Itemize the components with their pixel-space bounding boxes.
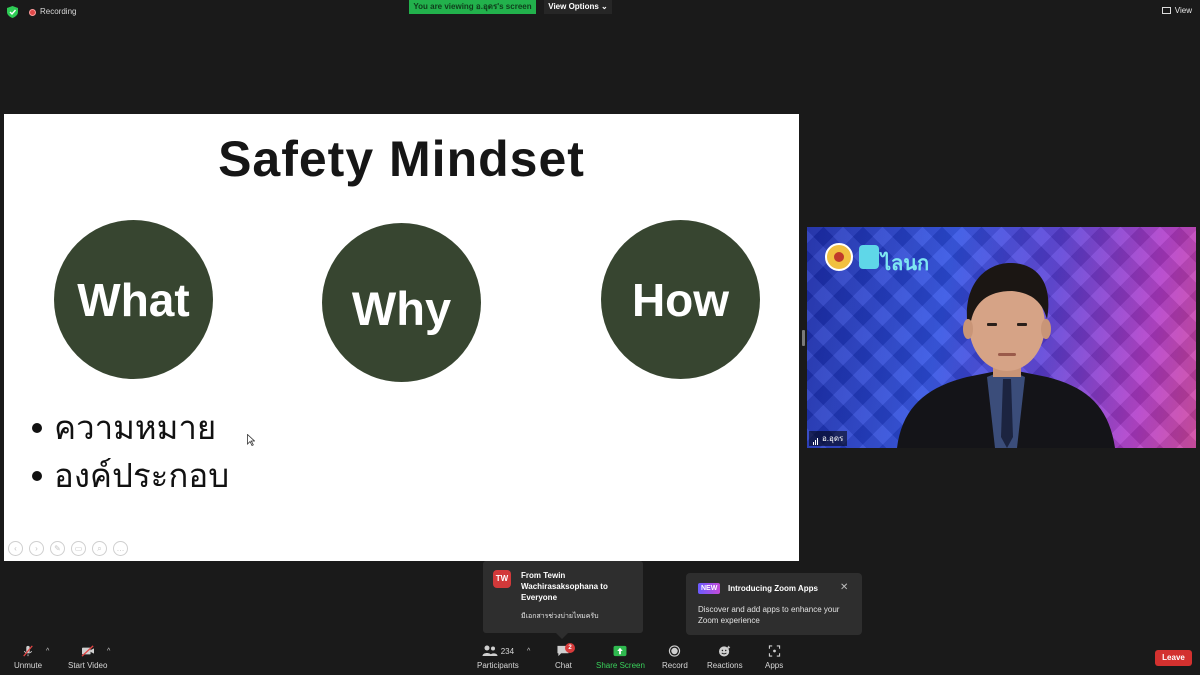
bullet-item: องค์ประกอบ — [32, 452, 229, 500]
previous-slide-icon[interactable]: ‹ — [8, 541, 23, 556]
participants-count: 234 — [500, 646, 515, 656]
participants-chevron-icon[interactable]: ^ — [527, 648, 530, 655]
zoom-apps-notification[interactable]: NEW Introducing Zoom Apps ✕ Discover and… — [686, 573, 862, 635]
share-screen-label: Share Screen — [596, 661, 645, 670]
notification-title: Introducing Zoom Apps — [728, 584, 818, 593]
zoom-icon[interactable]: ⌕ — [92, 541, 107, 556]
apps-label: Apps — [765, 661, 784, 670]
notification-body: Discover and add apps to enhance your Zo… — [698, 605, 840, 625]
more-icon[interactable]: … — [113, 541, 128, 556]
slide-toolbar: ‹ › ✎ ▭ ⌕ … — [8, 541, 128, 556]
participant-video-tile[interactable]: ไลนก อ.อุดร — [807, 227, 1196, 448]
chat-message: มีเอกสารช่วงบ่ายไหมครับ — [521, 613, 599, 620]
reactions-button[interactable]: Reactions — [707, 645, 743, 670]
start-video-label: Start Video — [68, 661, 108, 670]
video-options-chevron-icon[interactable]: ^ — [107, 648, 110, 655]
unmute-button[interactable]: Unmute — [14, 645, 42, 670]
reactions-label: Reactions — [707, 661, 743, 670]
participants-icon-group: 234 — [477, 645, 519, 657]
new-badge: NEW — [698, 583, 721, 594]
bullet-item: ความหมาย — [32, 404, 229, 452]
share-screen-icon — [613, 645, 627, 657]
bullet-text: ความหมาย — [54, 409, 217, 446]
circle-why: Why — [322, 223, 481, 382]
bullet-dot — [32, 423, 42, 433]
view-button[interactable]: View — [1161, 6, 1192, 15]
signal-bars-icon — [813, 438, 818, 445]
view-options-button[interactable]: View Options ⌄ — [544, 0, 612, 14]
slides-icon[interactable]: ▭ — [71, 541, 86, 556]
share-screen-button[interactable]: Share Screen — [596, 645, 645, 670]
record-label: Record — [662, 661, 688, 670]
chat-unread-badge: 2 — [565, 643, 575, 653]
slide-title: Safety Mindset — [218, 131, 585, 187]
view-options-label: View Options — [548, 2, 599, 11]
presenter-figure — [897, 262, 1115, 448]
recording-label[interactable]: Recording — [40, 7, 76, 16]
chat-sender: From Tewin Wachirasaksophana to Everyone — [521, 571, 608, 602]
bullet-text: องค์ประกอบ — [54, 457, 230, 494]
participant-name-tag: อ.อุดร — [809, 431, 848, 446]
mouse-cursor-icon — [247, 434, 255, 446]
participants-icon — [482, 645, 498, 656]
apps-icon — [768, 645, 780, 657]
bullet-dot — [32, 471, 42, 481]
record-icon — [669, 645, 681, 657]
audio-options-chevron-icon[interactable]: ^ — [46, 648, 49, 655]
circle-what: What — [54, 220, 213, 379]
bullet-list: ความหมาย องค์ประกอบ — [32, 404, 229, 500]
participants-button[interactable]: 234 Participants — [477, 645, 519, 670]
smiley-icon — [718, 645, 730, 657]
microphone-muted-icon — [23, 645, 33, 657]
chevron-down-icon: ⌄ — [601, 2, 608, 11]
pen-icon[interactable]: ✎ — [50, 541, 65, 556]
viewing-banner: You are viewing อ.อุดร's screen — [409, 0, 536, 14]
meeting-top-bar: Recording You are viewing อ.อุดร's scree… — [0, 0, 1200, 24]
participant-name: อ.อุดร — [822, 434, 844, 443]
record-button[interactable]: Record — [662, 645, 688, 670]
recording-icon — [29, 9, 36, 16]
next-slide-icon[interactable]: › — [29, 541, 44, 556]
chat-label: Chat — [555, 661, 572, 670]
grid-view-icon — [1161, 7, 1171, 15]
chat-notification[interactable]: TW From Tewin Wachirasaksophana to Every… — [483, 561, 643, 639]
close-icon[interactable]: ✕ — [840, 582, 848, 593]
shield-icon[interactable] — [7, 6, 18, 18]
participants-label: Participants — [477, 661, 519, 670]
video-camera-off-icon — [81, 645, 94, 657]
split-view-handle[interactable] — [802, 330, 805, 346]
shared-screen: Safety Mindset What Why How ความหมาย องค… — [4, 114, 799, 561]
start-video-button[interactable]: Start Video — [68, 645, 107, 670]
apps-button[interactable]: Apps — [765, 645, 783, 670]
unmute-label: Unmute — [14, 661, 43, 670]
avatar: TW — [493, 570, 511, 588]
circle-how: How — [601, 220, 760, 379]
leave-button[interactable]: Leave — [1155, 650, 1192, 666]
view-label: View — [1174, 6, 1192, 15]
